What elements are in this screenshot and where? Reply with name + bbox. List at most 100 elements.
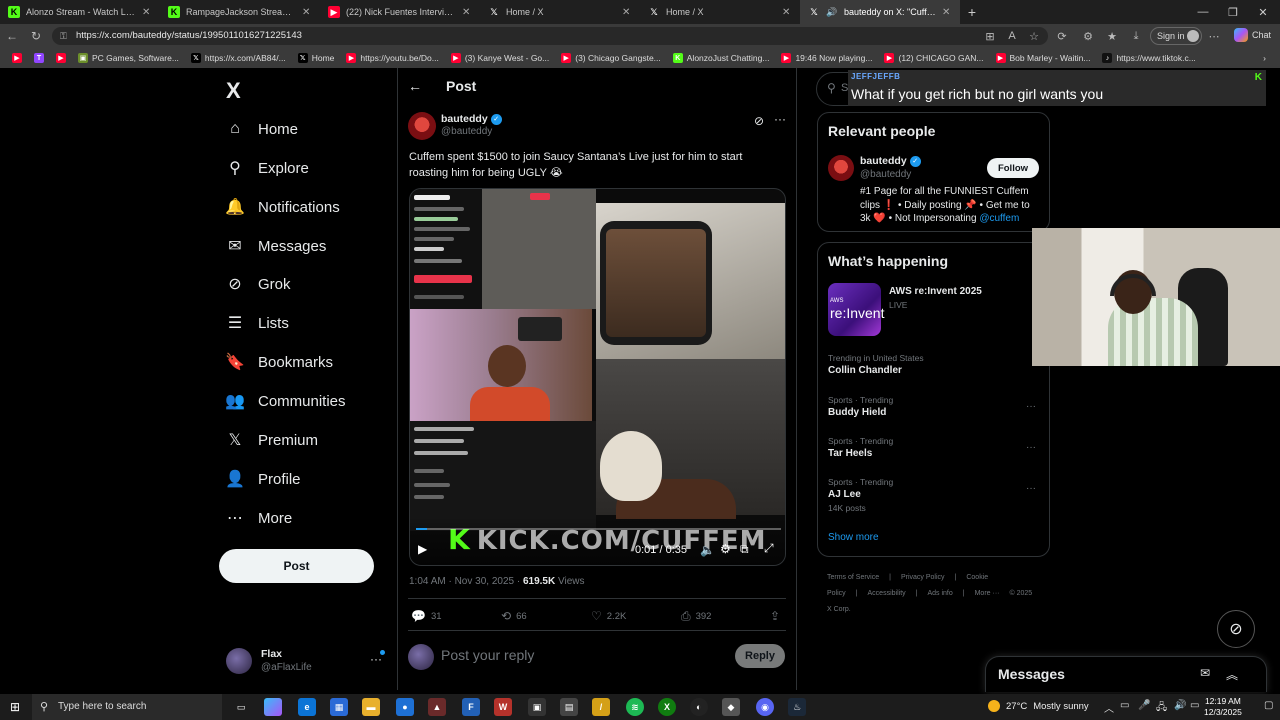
bookmark-item[interactable]: ▶ Bob Marley - Waitin... <box>990 53 1097 63</box>
trend-title[interactable]: Buddy Hield <box>828 407 886 418</box>
nav-item-explore[interactable]: ⚲ Explore <box>226 154 309 182</box>
bookmark-item[interactable]: ▶ (3) Kanye West - Go... <box>445 53 555 63</box>
new-message-icon[interactable]: ✉ <box>1200 666 1210 680</box>
close-tab-icon[interactable]: ✕ <box>942 7 952 18</box>
post-button[interactable]: Post <box>219 549 374 583</box>
task-view-icon[interactable]: ▭ <box>232 698 250 716</box>
taskbar-search[interactable]: ⚲ Type here to search <box>32 694 222 720</box>
xbox-icon[interactable]: X <box>658 698 676 716</box>
trend-more-icon[interactable]: ··· <box>1026 401 1036 412</box>
minimize-icon[interactable]: — <box>1188 0 1218 24</box>
app-icon[interactable]: ◆ <box>722 698 740 716</box>
nav-item-grok[interactable]: ⊘ Grok <box>226 270 290 298</box>
browser-tab-active[interactable]: 𝕏 🔊 bauteddy on X: "Cuffem spent ... ✕ <box>800 0 960 24</box>
share-action[interactable]: ⇪ <box>770 609 780 623</box>
speaker-icon[interactable]: 🔊 <box>826 6 838 18</box>
footer-link[interactable]: Accessibility <box>868 590 906 597</box>
nav-item-messages[interactable]: ✉ Messages <box>226 232 326 260</box>
sign-in-button[interactable]: Sign in <box>1150 27 1202 45</box>
play-icon[interactable]: ▶ <box>418 542 427 556</box>
back-arrow-icon[interactable]: ← <box>408 78 422 94</box>
bookmark-item[interactable]: K AlonzoJust Chatting... <box>667 53 776 63</box>
browser-tab[interactable]: K Alonzo Stream - Watch Live on Kick ✕ <box>0 0 160 24</box>
more-menu-icon[interactable]: ⋯ <box>1206 28 1222 44</box>
browser-tab[interactable]: K RampageJackson Stream - Watch Live ✕ <box>160 0 320 24</box>
close-tab-icon[interactable]: ✕ <box>622 7 632 18</box>
file-explorer-icon[interactable]: ▬ <box>362 698 380 716</box>
author-name[interactable]: bauteddy ✓ <box>441 113 502 125</box>
microphone-icon[interactable]: 🎤 <box>1138 700 1150 711</box>
post-timestamp[interactable]: 1:04 AM · Nov 30, 2025 · <box>409 576 523 587</box>
bookmark-item[interactable]: T <box>28 53 50 63</box>
relevant-user-name[interactable]: bauteddy ✓ <box>860 155 921 167</box>
battery-icon[interactable]: ▭ <box>1190 700 1199 711</box>
footer-link[interactable]: Terms of Service <box>827 574 879 581</box>
reply-action[interactable]: 💬 31 <box>411 609 442 623</box>
app-tray-icon[interactable]: ▭ <box>1120 700 1129 711</box>
bookmark-item[interactable]: ▣ PC Games, Software... <box>72 53 185 63</box>
extensions-icon[interactable]: ⚙ <box>1080 28 1096 44</box>
grok-explain-icon[interactable]: ⊘ <box>754 114 764 128</box>
account-switcher[interactable]: Flax @aFlaxLife ··· <box>226 646 386 676</box>
nav-item-lists[interactable]: ☰ Lists <box>226 309 289 337</box>
trend-title[interactable]: Tar Heels <box>828 448 872 459</box>
edge-icon[interactable]: e <box>298 698 316 716</box>
picture-in-picture-icon[interactable]: ⧉ <box>740 542 749 557</box>
footer-link[interactable]: Ads info <box>927 590 952 597</box>
downloads-icon[interactable]: ⤓ <box>1128 28 1144 44</box>
event-title[interactable]: AWS re:Invent 2025 <box>889 286 982 297</box>
trend-more-icon[interactable]: ··· <box>1026 442 1036 453</box>
bookmark-item[interactable]: ▶ 19:46 Now playing... <box>775 53 878 63</box>
bio-mention-link[interactable]: @cuffem <box>979 213 1019 224</box>
bookmark-item[interactable]: ♪ https://www.tiktok.c... <box>1096 53 1201 63</box>
footer-link[interactable]: More ··· <box>975 590 1000 597</box>
read-aloud-icon[interactable]: A <box>1004 28 1020 44</box>
steam-icon[interactable]: ♨ <box>788 698 806 716</box>
bookmark-item[interactable]: ▶ (12) CHICAGO GAN... <box>878 53 989 63</box>
repost-action[interactable]: ⟲ 66 <box>501 609 527 623</box>
close-window-icon[interactable]: ✕ <box>1248 0 1278 24</box>
reload-icon[interactable]: ↻ <box>28 28 44 44</box>
close-tab-icon[interactable]: ✕ <box>142 7 152 18</box>
browser-tab[interactable]: 𝕏 Home / X ✕ <box>640 0 800 24</box>
x-logo-icon[interactable]: X <box>226 78 246 103</box>
site-info-icon[interactable]: ⚿ <box>60 27 67 45</box>
reply-button[interactable]: Reply <box>735 644 785 668</box>
messages-drawer[interactable]: Messages ✉ ︽ <box>985 656 1267 692</box>
nav-item-communities[interactable]: 👥 Communities <box>225 387 345 415</box>
reply-input[interactable]: Post your reply <box>441 647 534 663</box>
nav-item-premium[interactable]: 𝕏 Premium <box>226 426 318 454</box>
network-icon[interactable]: 🖧 <box>1156 700 1167 717</box>
new-tab-icon[interactable]: + <box>960 0 984 24</box>
volume-icon[interactable]: 🔊 <box>1174 700 1186 711</box>
fullscreen-icon[interactable]: ⤢ <box>764 541 774 556</box>
nav-item-more[interactable]: ⋯ More <box>226 504 292 532</box>
bookmarks-overflow-icon[interactable]: › <box>1257 53 1280 63</box>
avatar[interactable] <box>828 155 854 181</box>
video-progress-bar[interactable] <box>416 528 781 530</box>
nav-item-notifications[interactable]: 🔔 Notifications <box>225 193 340 221</box>
bookmark-item[interactable]: ▶ https://youtu.be/Do... <box>340 53 444 63</box>
notifications-icon[interactable]: ▢ <box>1264 700 1273 711</box>
restore-icon[interactable]: ❐ <box>1218 0 1248 24</box>
app-icon[interactable]: / <box>592 698 610 716</box>
more-options-icon[interactable]: ··· <box>774 112 786 126</box>
bookmark-item[interactable]: 𝕏https://x.com/AB84/... <box>185 53 292 63</box>
game-icon[interactable]: W <box>494 698 512 716</box>
spotify-icon[interactable]: ≋ <box>626 698 644 716</box>
video-player[interactable]: K KICK.COM/CUFFEM ▶ 0:01 / 0:35 🔈 ⚙ ⧉ ⤢ <box>409 188 786 566</box>
browser-tab[interactable]: ▶ (22) Nick Fuentes Interview: on W... ✕ <box>320 0 480 24</box>
bookmark-item[interactable]: ▶ (3) Chicago Gangste... <box>555 53 667 63</box>
author-handle[interactable]: @bauteddy <box>441 126 492 137</box>
trend-title[interactable]: Collin Chandler <box>828 365 902 376</box>
weather-widget[interactable]: 27°C Mostly sunny <box>988 700 1089 712</box>
close-tab-icon[interactable]: ✕ <box>462 7 472 18</box>
app-icon[interactable]: ● <box>396 698 414 716</box>
event-thumbnail[interactable]: AWS re:Invent <box>828 283 884 336</box>
grok-fab-icon[interactable]: ⊘ <box>1217 610 1255 648</box>
follow-button[interactable]: Follow <box>987 158 1039 178</box>
favorites-icon[interactable]: ★ <box>1104 28 1120 44</box>
install-app-icon[interactable]: ⊞ <box>982 28 998 44</box>
nav-item-profile[interactable]: 👤 Profile <box>225 465 300 493</box>
like-action[interactable]: ♡ 2.2K <box>591 609 626 623</box>
